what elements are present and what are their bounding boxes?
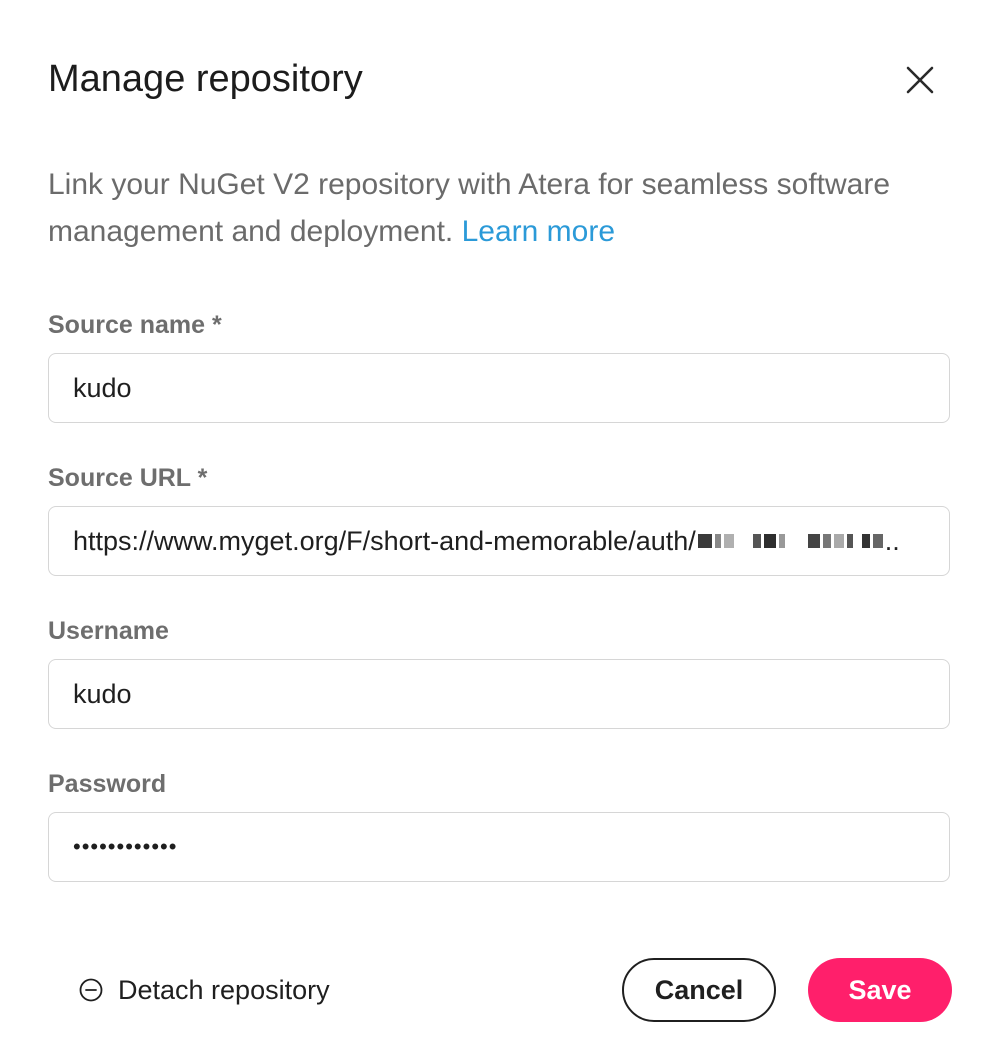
- source-url-value: https://www.myget.org/F/short-and-memora…: [73, 525, 696, 556]
- learn-more-link[interactable]: Learn more: [462, 215, 615, 248]
- password-value: ••••••••••••: [73, 836, 178, 858]
- cancel-button[interactable]: Cancel: [622, 958, 776, 1022]
- close-icon: [906, 66, 934, 94]
- password-label: Password: [48, 770, 167, 798]
- source-url-input[interactable]: https://www.myget.org/F/short-and-memora…: [48, 506, 950, 576]
- source-url-content: https://www.myget.org/F/short-and-memora…: [73, 526, 925, 557]
- source-name-input[interactable]: kudo: [48, 353, 950, 423]
- save-button[interactable]: Save: [808, 958, 952, 1022]
- detach-repository-label: Detach repository: [118, 974, 330, 1005]
- minus-circle-icon: [79, 978, 103, 1002]
- username-input[interactable]: kudo: [48, 659, 950, 729]
- source-name-value: kudo: [73, 372, 132, 403]
- dialog-title: Manage repository: [48, 58, 363, 100]
- source-name-label: Source name *: [48, 311, 222, 339]
- username-label: Username: [48, 617, 169, 645]
- truncation-ellipsis: ..: [884, 525, 900, 556]
- username-value: kudo: [73, 678, 132, 709]
- password-input[interactable]: ••••••••••••: [48, 812, 950, 882]
- dialog-description: Link your NuGet V2 repository with Atera…: [48, 161, 958, 255]
- detach-repository-button[interactable]: Detach repository: [78, 970, 330, 1010]
- manage-repository-dialog: Manage repository Link your NuGet V2 rep…: [0, 0, 998, 1060]
- redacted-token: [697, 534, 883, 548]
- source-url-label: Source URL *: [48, 464, 208, 492]
- close-button[interactable]: [896, 58, 944, 102]
